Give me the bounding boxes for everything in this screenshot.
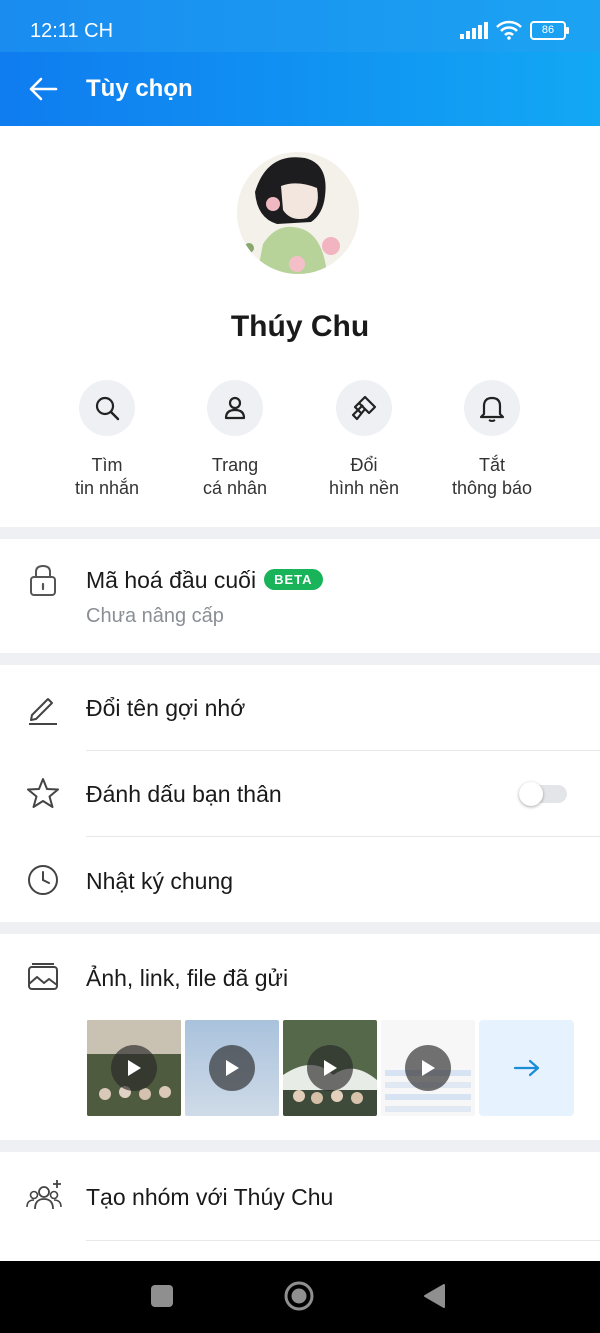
- status-time: 12:11 CH: [30, 20, 114, 42]
- wifi-icon: [496, 20, 522, 40]
- toggle-knob: [519, 782, 543, 806]
- action-label: Trang cá nhân: [202, 455, 268, 498]
- encryption-title: Mã hoá đầu cuối BETA: [86, 567, 323, 594]
- play-icon: [405, 1045, 451, 1091]
- section-separator: [0, 653, 600, 665]
- best-friend-toggle[interactable]: [519, 782, 567, 806]
- gallery-icon: [28, 963, 58, 990]
- app-header: Tùy chọn: [0, 52, 600, 126]
- beta-badge: BETA: [264, 569, 323, 590]
- action-label: Đổi hình nền: [328, 455, 400, 498]
- pencil-icon: [29, 698, 57, 725]
- back-arrow-icon[interactable]: [26, 72, 60, 106]
- see-more-media-button[interactable]: [479, 1020, 574, 1116]
- action-mute-notifications[interactable]: Tắt thông báo: [427, 380, 557, 500]
- rename-label: Đổi tên gợi nhớ: [86, 695, 246, 721]
- shared-diary-row[interactable]: Nhật ký chung: [0, 837, 600, 922]
- action-profile[interactable]: Trang cá nhân: [170, 380, 300, 500]
- signal-icon: [460, 22, 488, 39]
- action-search-messages[interactable]: Tìm tin nhắn: [42, 380, 172, 500]
- action-label: Tìm tin nhắn: [74, 455, 140, 498]
- play-icon: [307, 1045, 353, 1091]
- encryption-title-text: Mã hoá đầu cuối: [86, 567, 257, 593]
- person-icon: [207, 380, 263, 436]
- system-nav-bar: [0, 1261, 600, 1333]
- best-friend-row[interactable]: Đánh dấu bạn thân: [0, 751, 600, 836]
- play-icon: [209, 1045, 255, 1091]
- back-button[interactable]: [422, 1283, 446, 1309]
- arrow-right-icon: [513, 1059, 539, 1077]
- add-group-icon: [26, 1180, 62, 1210]
- media-thumbnail[interactable]: [87, 1020, 181, 1116]
- rename-row[interactable]: Đổi tên gợi nhớ: [0, 665, 600, 750]
- row-divider: [86, 1240, 600, 1241]
- media-thumbnail[interactable]: [283, 1020, 377, 1116]
- status-bar: 12:11 CH 86: [0, 0, 600, 52]
- shared-diary-label: Nhật ký chung: [86, 868, 234, 894]
- avatar-illustration: [237, 152, 359, 274]
- play-icon: [111, 1045, 157, 1091]
- home-button[interactable]: [283, 1280, 315, 1312]
- page-title: Tùy chọn: [86, 75, 193, 102]
- battery-icon: 86: [530, 20, 569, 40]
- best-friend-label: Đánh dấu bạn thân: [86, 781, 282, 807]
- avatar[interactable]: [237, 152, 359, 274]
- profile-name: Thúy Chu: [230, 310, 370, 343]
- search-icon: [79, 380, 135, 436]
- media-thumbnail[interactable]: [381, 1020, 475, 1116]
- encryption-subtitle: Chưa nâng cấp: [86, 605, 224, 627]
- lock-icon: [30, 564, 56, 596]
- action-label: Tắt thông báo: [451, 455, 533, 498]
- clock-icon: [28, 865, 58, 895]
- media-row[interactable]: Ảnh, link, file đã gửi: [0, 934, 600, 1009]
- section-separator: [0, 1140, 600, 1152]
- encryption-row[interactable]: Mã hoá đầu cuối BETA Chưa nâng cấp: [0, 539, 600, 653]
- section-separator: [0, 922, 600, 934]
- recents-button[interactable]: [151, 1285, 173, 1307]
- action-change-wallpaper[interactable]: Đổi hình nền: [299, 380, 429, 500]
- status-icons: 86: [460, 20, 569, 40]
- bell-icon: [464, 380, 520, 436]
- create-group-row[interactable]: Tạo nhóm với Thúy Chu: [0, 1152, 600, 1240]
- media-title: Ảnh, link, file đã gửi: [86, 965, 289, 991]
- paintbrush-icon: [336, 380, 392, 436]
- create-group-label: Tạo nhóm với Thúy Chu: [86, 1184, 334, 1210]
- section-separator: [0, 527, 600, 539]
- star-icon: [27, 778, 59, 808]
- media-thumbnail[interactable]: [185, 1020, 279, 1116]
